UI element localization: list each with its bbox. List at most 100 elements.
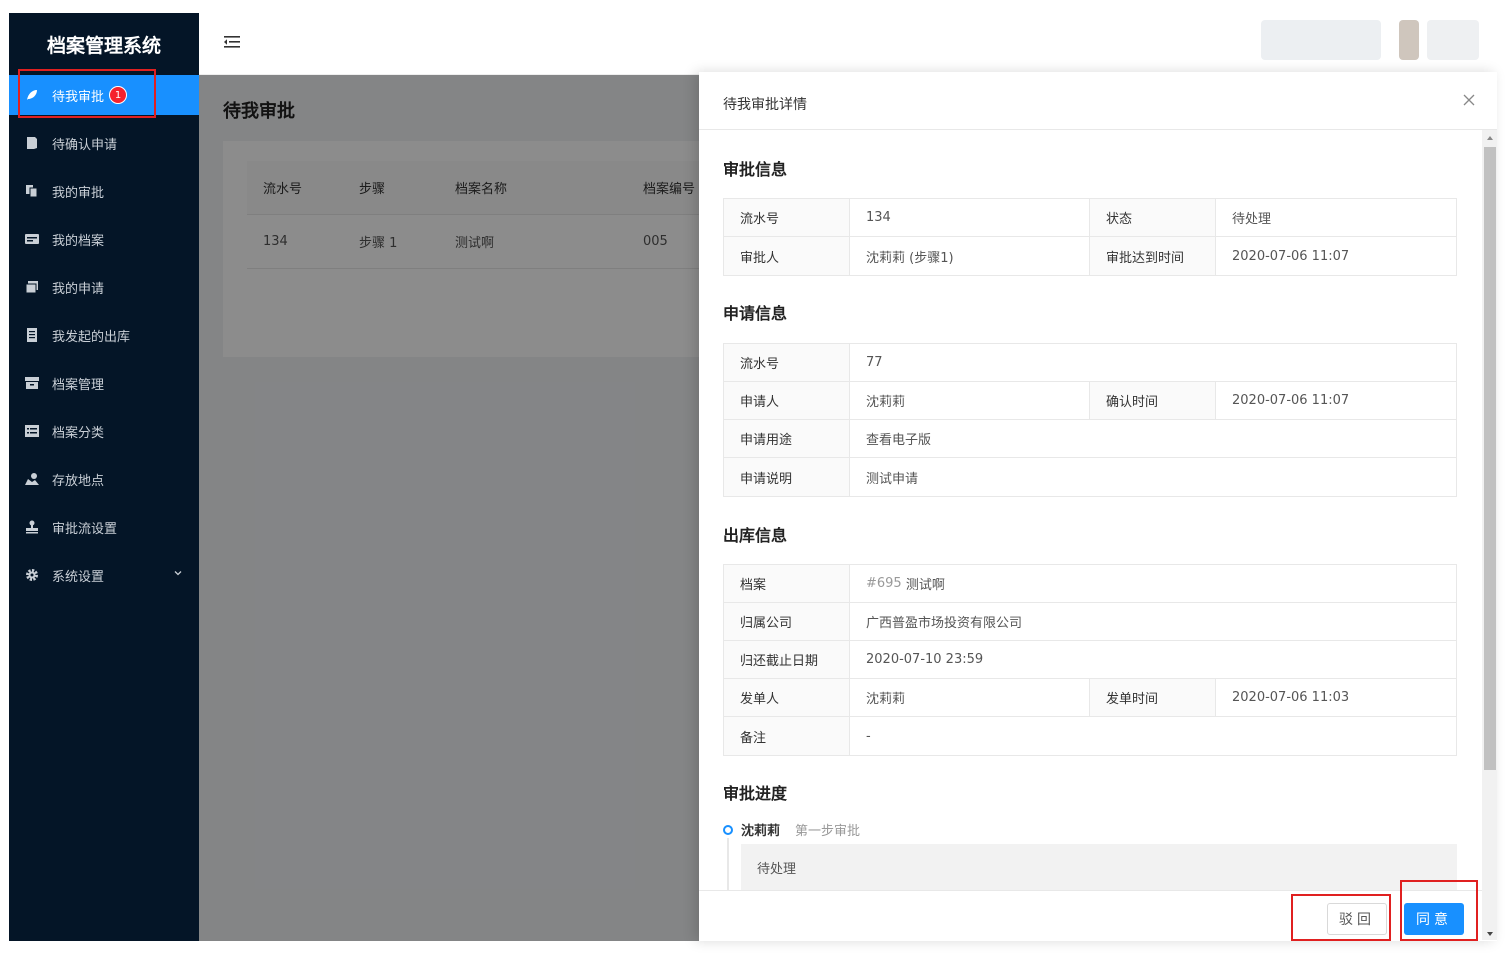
desc-label: 流水号 (724, 199, 850, 236)
notification-badge: 1 (109, 86, 128, 104)
sidebar-item-my-applications[interactable]: 我的申请 (9, 267, 199, 307)
timeline-approver-name: 沈莉莉 (741, 824, 781, 839)
document-icon (25, 328, 39, 342)
location-icon (25, 472, 39, 486)
gear-icon (25, 568, 39, 582)
desc-value: 2020-07-06 11:07 (1232, 248, 1350, 264)
desc-label: 发单人 (724, 679, 850, 716)
close-icon[interactable] (1461, 92, 1477, 108)
sidebar-item-system-settings[interactable]: 系统设置 (9, 555, 199, 595)
drawer-title: 待我审批详情 (723, 97, 807, 113)
copy-icon (25, 184, 39, 198)
agree-button[interactable]: 同意 (1404, 903, 1464, 935)
section-title-outbound: 出库信息 (723, 526, 788, 545)
blurred-username (1427, 20, 1479, 60)
desc-value: 134 (850, 199, 1090, 236)
desc-row: 流水号 134 状态 待处理 (724, 199, 1456, 237)
sidebar: 档案管理系统 待我审批 1 待确认申请 我的审批 我的档案 我的申请 我发起的出… (9, 13, 199, 941)
top-header (199, 13, 1497, 75)
desc-value: 待处理 (1232, 212, 1272, 227)
list-icon (25, 424, 39, 438)
scroll-up-arrow-icon[interactable] (1484, 132, 1496, 144)
timeline-status: 待处理 (741, 844, 1457, 890)
sidebar-item-label: 我的申请 (52, 281, 105, 297)
desc-value: 沈莉莉 (850, 382, 1090, 419)
menu-fold-icon[interactable] (221, 31, 243, 53)
outbound-info-table: 档案 #695 测试啊 归属公司 广西普盈市场投资有限公司 归还截止日期 202… (723, 564, 1457, 756)
desc-row: 归属公司 广西普盈市场投资有限公司 (724, 603, 1456, 641)
desc-value: 2020-07-06 11:03 (1232, 690, 1350, 705)
drawer-divider (699, 129, 1497, 130)
drawer-footer: 驳回 同意 (699, 890, 1497, 941)
desc-label: 状态 (1090, 199, 1216, 236)
desc-label: 备注 (724, 717, 850, 755)
sidebar-item-archive-category[interactable]: 档案分类 (9, 411, 199, 451)
card-icon (25, 232, 39, 246)
desc-label: 审批达到时间 (1090, 237, 1216, 275)
desc-row: 审批人 沈莉莉 (步骤1) 审批达到时间 2020-07-06 11:07 (724, 237, 1456, 275)
sidebar-item-label: 我的档案 (52, 233, 105, 249)
desc-label: 档案 (724, 565, 850, 602)
sidebar-item-label: 档案管理 (52, 377, 105, 393)
sidebar-item-approval-flow[interactable]: 审批流设置 (9, 507, 199, 547)
sidebar-item-label: 待我审批 (52, 89, 105, 105)
reject-button[interactable]: 驳回 (1327, 903, 1387, 935)
desc-label: 归属公司 (724, 603, 850, 640)
timeline-line (727, 838, 729, 898)
scrollbar-thumb[interactable] (1484, 147, 1496, 770)
sidebar-item-label: 存放地点 (52, 473, 105, 489)
desc-value: 2020-07-10 23:59 (866, 652, 984, 667)
desc-label: 审批人 (724, 237, 850, 275)
file-icon (25, 136, 39, 150)
application-info-table: 流水号 77 申请人 沈莉莉 确认时间 2020-07-06 11:07 申请用… (723, 343, 1457, 497)
sidebar-item-my-outbound[interactable]: 我发起的出库 (9, 315, 199, 355)
desc-label: 确认时间 (1090, 382, 1216, 419)
sidebar-item-label: 我的审批 (52, 185, 105, 201)
sidebar-item-label: 审批流设置 (52, 521, 118, 537)
section-title-approval: 审批信息 (723, 160, 788, 179)
desc-row: 申请人 沈莉莉 确认时间 2020-07-06 11:07 (724, 382, 1456, 420)
desc-label: 流水号 (724, 344, 850, 381)
sidebar-item-pending-confirm[interactable]: 待确认申请 (9, 123, 199, 163)
timeline-step: 第一步审批 (795, 824, 861, 839)
avatar[interactable] (1399, 20, 1419, 60)
sidebar-item-my-approvals[interactable]: 我的审批 (9, 171, 199, 211)
modal-mask[interactable] (199, 75, 699, 941)
stamp-icon (25, 520, 39, 534)
desc-value: 2020-07-06 11:07 (1232, 393, 1350, 408)
desc-row: 档案 #695 测试啊 (724, 565, 1456, 603)
timeline-dot (723, 825, 733, 835)
sidebar-item-label: 待确认申请 (52, 137, 118, 153)
desc-row: 流水号 77 (724, 344, 1456, 382)
feather-icon (25, 88, 39, 102)
sidebar-item-archive-management[interactable]: 档案管理 (9, 363, 199, 403)
desc-value: - (866, 728, 871, 744)
app-window: 档案管理系统 待我审批 1 待确认申请 我的审批 我的档案 我的申请 我发起的出… (0, 0, 1508, 954)
sidebar-item-label: 我发起的出库 (52, 329, 131, 345)
desc-label: 申请人 (724, 382, 850, 419)
stack-icon (25, 280, 39, 294)
app-logo-title: 档案管理系统 (46, 34, 161, 57)
sidebar-item-pending-approval[interactable]: 待我审批 1 (9, 75, 199, 115)
section-title-application: 申请信息 (723, 304, 788, 323)
desc-label: 申请用途 (724, 420, 850, 457)
section-title-progress: 审批进度 (723, 784, 788, 803)
sidebar-item-storage-location[interactable]: 存放地点 (9, 459, 199, 499)
desc-row: 申请说明 测试申请 (724, 458, 1456, 496)
sidebar-item-my-archives[interactable]: 我的档案 (9, 219, 199, 259)
desc-row: 归还截止日期 2020-07-10 23:59 (724, 641, 1456, 679)
archive-icon (25, 376, 39, 390)
scroll-down-arrow-icon[interactable] (1484, 928, 1496, 940)
sidebar-item-label: 系统设置 (52, 569, 105, 585)
desc-value: 沈莉莉 (步骤1) (850, 237, 1090, 275)
desc-label: 发单时间 (1090, 679, 1216, 716)
sidebar-item-label: 档案分类 (52, 425, 105, 441)
desc-label: 归还截止日期 (724, 641, 850, 678)
desc-row: 备注 - (724, 717, 1456, 755)
approval-detail-drawer: 待我审批详情 审批信息 流水号 134 状态 待处理 审批人 沈莉莉 (步骤1)… (699, 72, 1497, 941)
archive-name[interactable]: 测试啊 (906, 574, 945, 593)
desc-value: 测试申请 (866, 471, 919, 487)
desc-row: 发单人 沈莉莉 发单时间 2020-07-06 11:03 (724, 679, 1456, 717)
desc-value: 77 (866, 355, 883, 370)
desc-value: 沈莉莉 (850, 679, 1090, 716)
